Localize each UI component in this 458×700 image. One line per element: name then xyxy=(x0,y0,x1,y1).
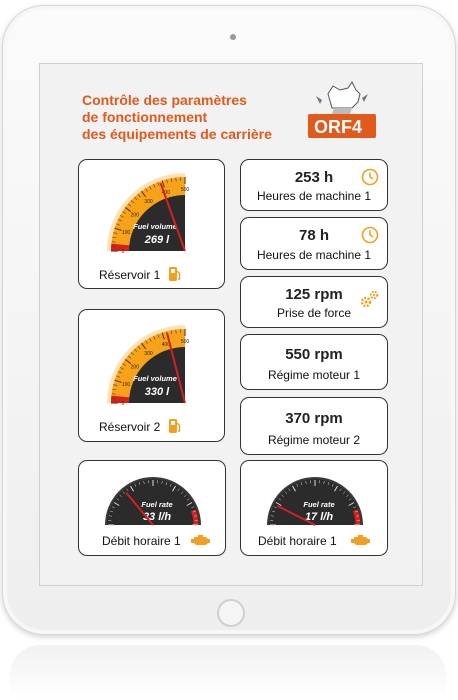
gauge-tick-label: 200 xyxy=(131,213,140,219)
tablet-reflection xyxy=(10,645,446,700)
clock-icon xyxy=(361,168,379,186)
engine-icon xyxy=(191,535,210,545)
tablet-frame: Contrôle des paramètres de fonctionnemen… xyxy=(2,5,456,635)
rate-label: Débit horaire 1 xyxy=(102,534,181,548)
fuel-pump-icon xyxy=(169,267,181,281)
stat-card-machine-hours-1[interactable]: 253 h Heures de machine 1 xyxy=(240,159,388,211)
gauge-value: 330 l xyxy=(145,386,170,398)
gauge-red-zone xyxy=(353,509,361,526)
rate-label: Débit horaire 1 xyxy=(258,534,337,548)
fuel-pump-icon xyxy=(169,419,181,433)
rate-card-2[interactable]: Fuel rate 17 l/h Débit horaire 1 xyxy=(240,460,388,556)
gauge-tick-label: 100 xyxy=(122,382,131,388)
gauge-red-zone xyxy=(191,509,199,526)
gauge-tick-label: 300 xyxy=(144,351,153,357)
page-title: Contrôle des paramètres de fonctionnemen… xyxy=(82,92,302,143)
tank-label: Réservoir 1 xyxy=(99,268,161,282)
stat-card-engine-speed-1[interactable]: 550 rpm Régime moteur 1 xyxy=(240,334,388,390)
app-screen: Contrôle des paramètres de fonctionnemen… xyxy=(39,63,423,586)
fuel-gauge: 0100200300400500Fuel volume330 l xyxy=(107,325,190,407)
stat-value: 370 rpm xyxy=(285,410,343,427)
gauge-caption: Fuel volume xyxy=(133,222,177,231)
camera xyxy=(230,34,236,40)
gauge-tick-label: 200 xyxy=(131,365,140,371)
clock-icon xyxy=(361,226,379,244)
gauge-tick-label: 500 xyxy=(181,187,190,193)
tank-card-1[interactable]: 0 100 200 300 400 500 Fuel volume 269 l Réservo… xyxy=(78,159,225,289)
gauge-tick-label: 100 xyxy=(122,230,131,236)
gauge-caption: Fuel rate xyxy=(141,500,172,509)
stat-label: Heures de machine 1 xyxy=(256,189,372,203)
rate-card-1[interactable]: Fuel rate 33 l/h Débit horaire 1 xyxy=(78,460,226,556)
gauge-value: 269 l xyxy=(144,234,170,246)
fuel-rate-gauge: Fuel rate33 l/h xyxy=(105,477,201,526)
gauge-tick-label: 500 xyxy=(181,339,190,345)
gauge-tick-label: 0 xyxy=(122,401,125,407)
gauge-tick-label: 300 xyxy=(144,199,153,205)
engine-icon xyxy=(351,535,370,545)
title-line-3: des équipements de carrière xyxy=(82,126,272,142)
title-line-2: de fonctionnement xyxy=(82,109,208,125)
home-button[interactable] xyxy=(217,599,245,627)
stat-value: 550 rpm xyxy=(285,346,343,363)
logo-text: ORF4 xyxy=(314,117,362,137)
stat-label: Régime moteur 2 xyxy=(267,433,361,447)
stat-card-machine-hours-2[interactable]: 78 h Heures de machine 1 xyxy=(240,217,388,270)
title-line-1: Contrôle des paramètres xyxy=(82,92,247,108)
gauge-caption: Fuel volume xyxy=(133,374,177,383)
gauge-caption: Fuel rate xyxy=(303,500,334,509)
orf4-logo: ORF4 xyxy=(308,81,376,138)
gears-icon xyxy=(360,290,379,308)
stat-label: Heures de machine 1 xyxy=(256,248,372,262)
gauge-tick-label: 0 xyxy=(122,249,125,255)
stat-card-engine-speed-2[interactable]: 370 rpm Régime moteur 2 xyxy=(240,397,388,455)
tank-card-2[interactable]: 0 100 200 300 400 500 Fuel volume 330 l Réservo… xyxy=(78,309,225,442)
fuel-gauge: 0100200300400500Fuel volume269 l xyxy=(107,173,190,255)
fuel-rate-gauge: Fuel rate17 l/h xyxy=(267,477,363,526)
tank-label: Réservoir 2 xyxy=(99,420,161,434)
stat-card-power-take-off[interactable]: 125 rpm Prise de force xyxy=(240,276,388,328)
stat-label: Régime moteur 1 xyxy=(267,368,361,382)
